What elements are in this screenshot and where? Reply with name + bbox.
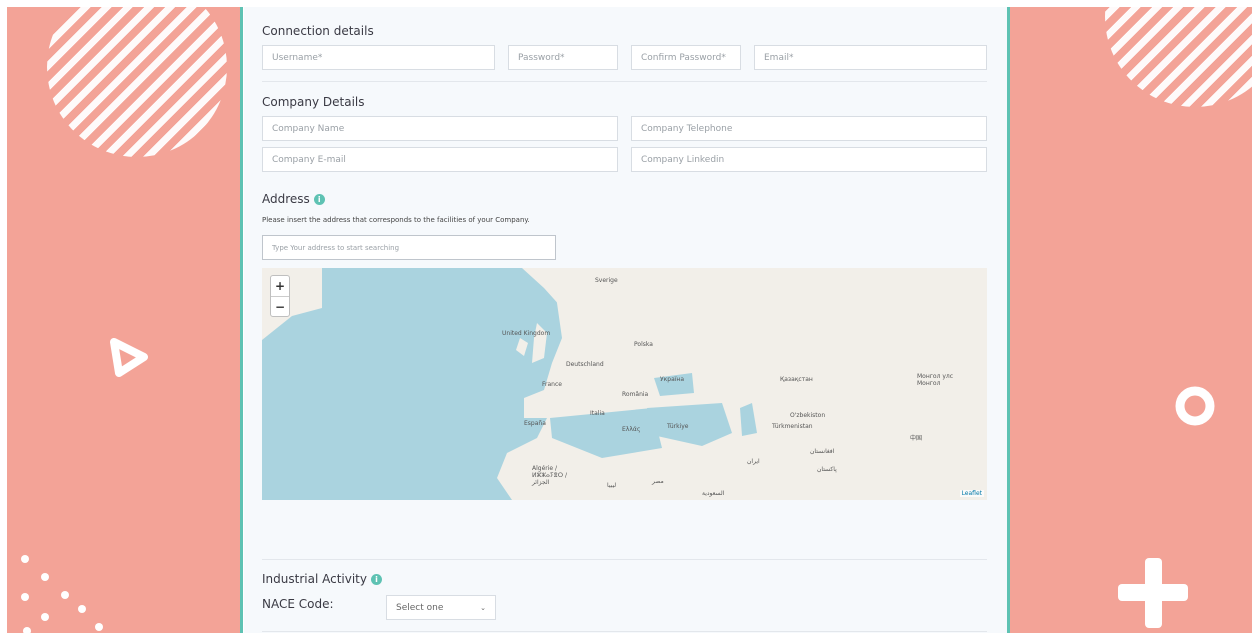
map-label: France [542,381,562,388]
panel-left-edge [240,7,243,633]
confirm-password-input[interactable]: Confirm Password* [631,45,741,70]
map-zoom-control: + − [270,275,290,317]
panel-right-edge [1007,7,1010,633]
map-label: Sverige [595,277,618,284]
map-label: Deutschland [566,361,604,368]
map-label: Italia [590,410,605,417]
industrial-activity-label: Industrial Activity [262,572,367,586]
password-input[interactable]: Password* [508,45,618,70]
left-decorative-background [7,7,241,633]
section-divider [262,81,987,82]
address-heading: Address i [262,192,325,206]
map-label: United Kingdom [502,330,551,337]
zoom-out-button[interactable]: − [271,297,289,317]
section-divider [262,559,987,560]
map-label: Polska [634,341,653,348]
leaflet-attribution-link[interactable]: Leaflet [959,490,984,497]
striped-circle-decoration [1105,7,1252,107]
map-label: España [524,420,546,427]
map-label: România [622,391,649,398]
triangle-icon [110,338,148,377]
map-label: Монгол улс Монгол [917,373,954,387]
nace-code-select-value: Select one [396,602,444,613]
address-search-input[interactable]: Type Your address to start searching [262,235,556,260]
map-label: ایران [747,458,760,465]
map-label: افغانستان [810,448,835,455]
map-label: مصر [652,478,664,485]
address-heading-label: Address [262,192,310,206]
section-divider [262,631,987,632]
company-linkedin-input[interactable]: Company Linkedin [631,147,987,172]
map-label: Türkiye [667,423,689,430]
chevron-down-icon: ⌄ [480,603,486,612]
email-input[interactable]: Email* [754,45,987,70]
map-label: O'zbekiston [790,412,826,419]
plus-icon [1118,558,1188,628]
registration-form-panel: Connection details Username* Password* C… [244,7,1007,633]
map-label: 中国 [910,435,923,442]
map-label: Türkmenistan [772,423,813,430]
map-label: پاکستان [817,466,837,473]
map-label: ليبيا [607,482,617,489]
username-input[interactable]: Username* [262,45,495,70]
industrial-activity-heading: Industrial Activity i [262,572,382,586]
nace-code-select[interactable]: Select one ⌄ [386,595,496,620]
nace-code-label: NACE Code: [262,597,334,611]
ring-icon [1175,386,1215,426]
company-email-input[interactable]: Company E-mail [262,147,618,172]
map-label: Қазақстан [780,376,813,383]
striped-circle-decoration [47,7,227,157]
map-label: السعودية [702,490,725,497]
company-name-input[interactable]: Company Name [262,116,618,141]
company-details-heading: Company Details [262,95,365,109]
connection-details-heading: Connection details [262,24,374,38]
info-icon[interactable]: i [313,194,325,205]
zoom-in-button[interactable]: + [271,276,289,297]
dots-decoration [21,555,103,633]
map-label: Україна [660,376,685,383]
map-land-shapes [262,268,987,500]
map-label: Ελλάς [622,426,641,433]
company-telephone-input[interactable]: Company Telephone [631,116,987,141]
address-map[interactable]: + − Sverige United Kingdom Deutschland P… [262,268,987,500]
address-help-text: Please insert the address that correspon… [262,216,530,224]
info-icon[interactable]: i [370,574,382,585]
map-label: Algérie / ⵍⵣⵣⴰⵢⴻⵔ / الجزائر [532,465,567,486]
right-decorative-background [1010,7,1252,633]
